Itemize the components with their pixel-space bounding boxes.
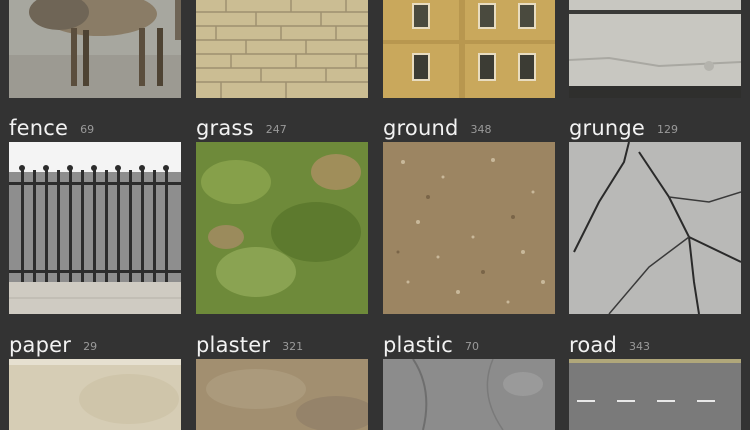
- thumb-plastic[interactable]: [383, 359, 555, 430]
- thumb-grunge[interactable]: [569, 142, 741, 314]
- category-name[interactable]: paper: [9, 333, 71, 357]
- thumb-fence[interactable]: [9, 142, 181, 314]
- stone-wall-texture-icon: [196, 0, 368, 98]
- category-count: 321: [282, 340, 304, 353]
- category-name[interactable]: ground: [383, 116, 459, 140]
- category-title-paper[interactable]: paper 29: [9, 333, 97, 357]
- thumb-concrete[interactable]: [569, 0, 741, 98]
- thumb-ground[interactable]: [383, 142, 555, 314]
- category-title-grass[interactable]: grass 247: [196, 116, 287, 140]
- category-count: 129: [657, 123, 679, 136]
- building-facade-icon: [383, 0, 555, 98]
- category-title-ground[interactable]: ground 348: [383, 116, 492, 140]
- thumb-road[interactable]: [569, 359, 741, 430]
- category-name[interactable]: plastic: [383, 333, 453, 357]
- category-count: 348: [470, 123, 492, 136]
- ground-texture-icon: [383, 142, 555, 314]
- category-count: 247: [265, 123, 287, 136]
- thumb-paper[interactable]: [9, 359, 181, 430]
- category-title-grunge[interactable]: grunge 129: [569, 116, 678, 140]
- thumb-grass[interactable]: [196, 142, 368, 314]
- fence-photo-icon: [9, 142, 181, 314]
- category-count: 70: [465, 340, 479, 353]
- texture-category-grid: fence 69 grass 247 ground 348 grunge 129…: [0, 0, 750, 430]
- category-count: 29: [83, 340, 98, 353]
- category-title-plastic[interactable]: plastic 70: [383, 333, 479, 357]
- thumb-brick[interactable]: [196, 0, 368, 98]
- cracked-wall-texture-icon: [569, 142, 741, 314]
- grass-texture-icon: [196, 142, 368, 314]
- category-name[interactable]: plaster: [196, 333, 270, 357]
- category-count: 343: [629, 340, 651, 353]
- concrete-texture-icon: [569, 0, 741, 98]
- camel-photo-icon: [9, 0, 181, 98]
- category-count: 69: [80, 123, 95, 136]
- category-name[interactable]: fence: [9, 116, 68, 140]
- thumb-plaster[interactable]: [196, 359, 368, 430]
- plaster-texture-icon: [196, 359, 368, 430]
- category-title-plaster[interactable]: plaster 321: [196, 333, 303, 357]
- road-texture-icon: [569, 359, 741, 430]
- plastic-texture-icon: [383, 359, 555, 430]
- category-title-road[interactable]: road 343: [569, 333, 650, 357]
- paper-texture-icon: [9, 359, 181, 430]
- category-name[interactable]: road: [569, 333, 617, 357]
- category-name[interactable]: grass: [196, 116, 254, 140]
- thumb-buildings[interactable]: [383, 0, 555, 98]
- category-name[interactable]: grunge: [569, 116, 645, 140]
- thumb-animals[interactable]: [9, 0, 181, 98]
- category-title-fence[interactable]: fence 69: [9, 116, 94, 140]
